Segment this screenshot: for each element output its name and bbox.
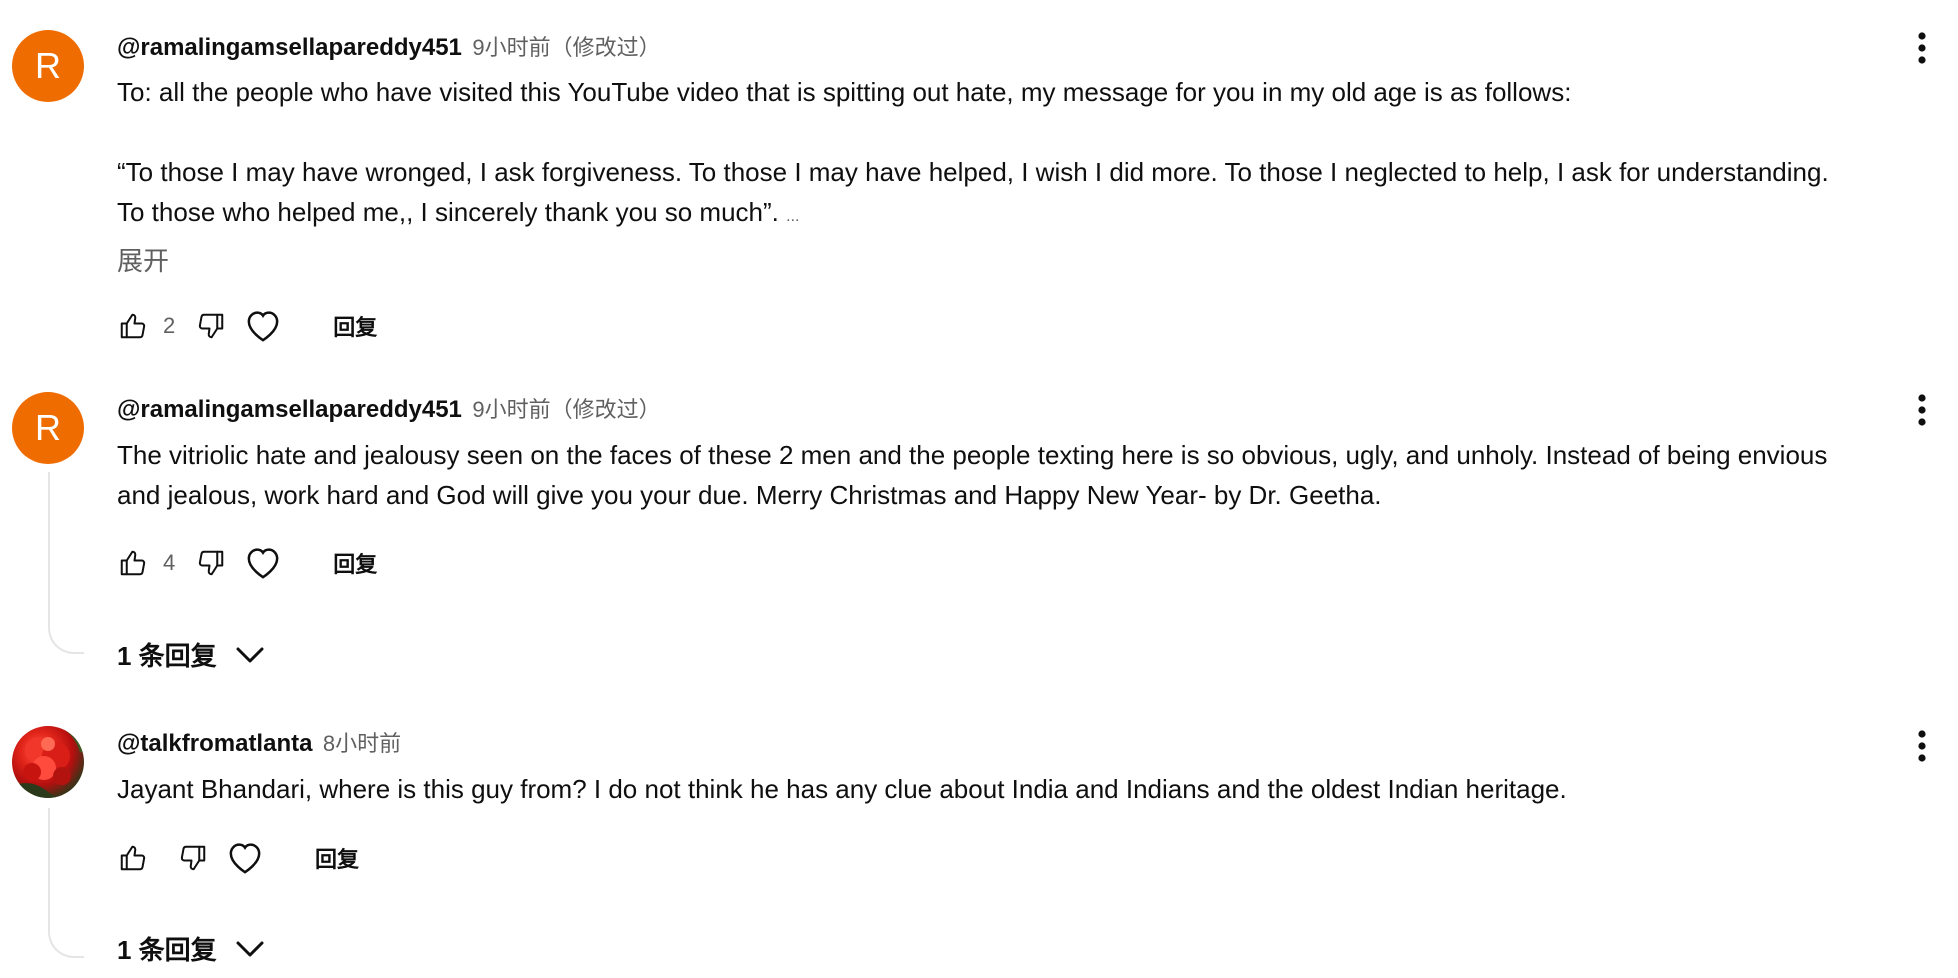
replies-count-label: 1 条回复	[117, 641, 217, 671]
timestamp[interactable]: 9小时前（修改过）	[472, 35, 660, 60]
author-name[interactable]: @ramalingamsellapareddy451	[117, 396, 462, 423]
timestamp[interactable]: 9小时前（修改过）	[472, 397, 660, 422]
comment-text: To: all the people who have visited this…	[117, 72, 1958, 237]
comment-text: The vitriolic hate and jealousy seen on …	[117, 435, 1958, 515]
thumb-up-icon[interactable]	[115, 840, 151, 876]
thread-connector	[48, 808, 84, 958]
chevron-down-icon	[235, 934, 265, 964]
like-count: 2	[163, 313, 176, 338]
avatar[interactable]: R	[12, 392, 84, 464]
avatar[interactable]: R	[12, 30, 84, 102]
comment-header: @talkfromatlanta 8小时前	[117, 726, 401, 758]
timestamp[interactable]: 8小时前	[323, 731, 401, 756]
expand-button[interactable]: 展开	[117, 241, 169, 278]
more-vert-icon[interactable]	[1904, 390, 1940, 430]
heart-icon[interactable]	[223, 836, 267, 880]
chevron-down-icon	[235, 640, 265, 670]
thumb-up-icon[interactable]	[115, 545, 151, 581]
comment-3: @talkfromatlanta 8小时前 Jayant Bhandari, w…	[0, 690, 1958, 978]
thread-connector	[48, 472, 84, 654]
author-name[interactable]: @talkfromatlanta	[117, 730, 312, 757]
heart-icon[interactable]	[241, 541, 285, 585]
view-replies-button[interactable]: 1 条回复	[117, 636, 265, 673]
reply-button[interactable]: 回复	[315, 842, 359, 874]
comment-actions: 回复	[115, 836, 359, 880]
comment-line: To those who helped me,, I sincerely tha…	[117, 192, 1958, 237]
more-vert-icon[interactable]	[1904, 726, 1940, 766]
comment-line: To: all the people who have visited this…	[117, 77, 1572, 107]
comment-line: “To those I may have wronged, I ask forg…	[117, 157, 1829, 187]
comment-1: R @ramalingamsellapareddy451 9小时前（修改过） T…	[0, 0, 1958, 360]
more-vert-icon[interactable]	[1904, 28, 1940, 68]
heart-icon[interactable]	[241, 304, 285, 348]
comment-line-text: To those who helped me,, I sincerely tha…	[117, 197, 787, 227]
comment-line: Jayant Bhandari, where is this guy from?…	[117, 774, 1567, 804]
replies-count-label: 1 条回复	[117, 935, 217, 965]
reply-button[interactable]: 回复	[333, 310, 377, 342]
comment-actions: 2 回复	[115, 304, 377, 348]
comment-2: R @ramalingamsellapareddy451 9小时前（修改过） T…	[0, 360, 1958, 690]
like-count: 4	[163, 550, 176, 575]
avatar[interactable]	[12, 726, 84, 798]
truncation-ellipsis: ...	[786, 208, 800, 225]
comment-line: The vitriolic hate and jealousy seen on …	[117, 440, 1828, 470]
reply-button[interactable]: 回复	[333, 547, 377, 579]
comment-header: @ramalingamsellapareddy451 9小时前（修改过）	[117, 392, 661, 424]
thumb-up-icon[interactable]	[115, 308, 151, 344]
author-name[interactable]: @ramalingamsellapareddy451	[117, 34, 462, 61]
thumb-down-icon[interactable]	[175, 840, 211, 876]
view-replies-button[interactable]: 1 条回复	[117, 930, 265, 967]
comment-text: Jayant Bhandari, where is this guy from?…	[117, 769, 1958, 809]
comment-line: and jealous, work hard and God will give…	[117, 480, 1382, 510]
thumb-down-icon[interactable]	[193, 545, 229, 581]
comment-actions: 4 回复	[115, 541, 377, 585]
thumb-down-icon[interactable]	[193, 308, 229, 344]
comment-header: @ramalingamsellapareddy451 9小时前（修改过）	[117, 30, 661, 62]
